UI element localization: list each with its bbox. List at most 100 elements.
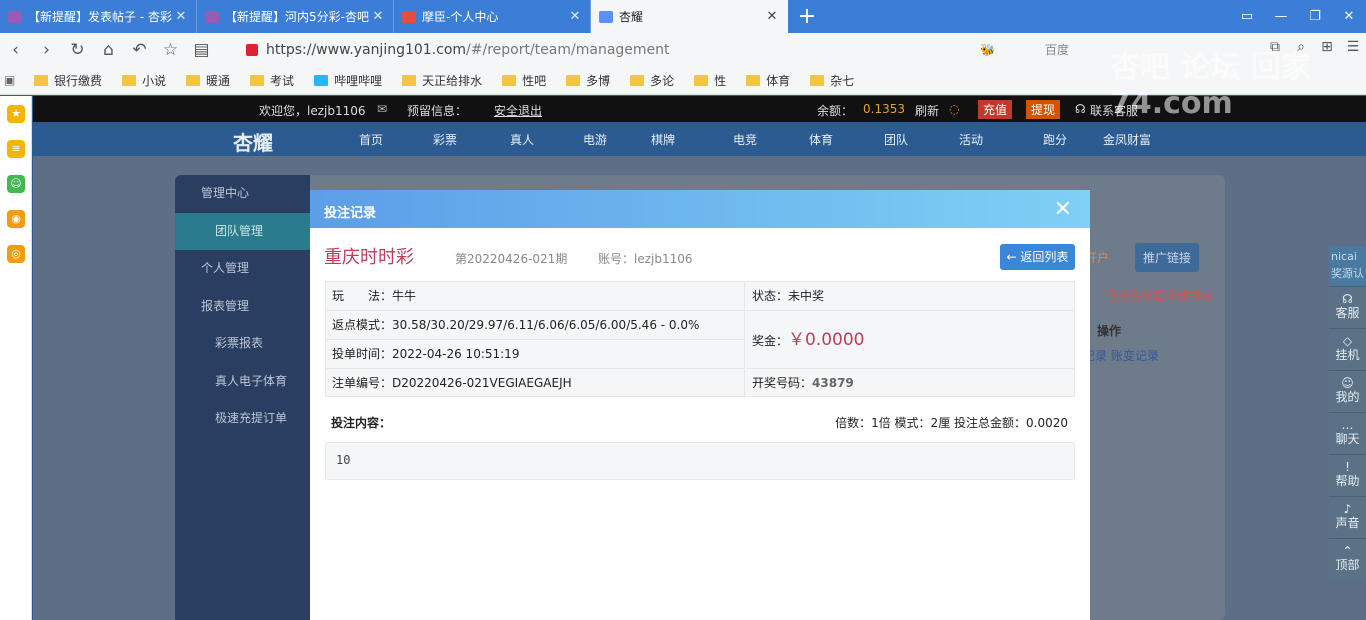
nav-team[interactable]: 团队 [884,131,908,148]
folder-icon [34,74,48,86]
extension-icon[interactable]: 🐝 [980,43,995,57]
sidebar-panel-icon[interactable]: ▣ [4,73,34,87]
back-to-list-button[interactable]: ← 返回列表 [1000,244,1075,270]
float-mine[interactable]: ☺ 我的 [1329,370,1366,412]
rss-icon[interactable]: ◉ [7,210,25,228]
url-path: /#/report/team/management [466,42,670,58]
window-controls: ▭ — ❐ ✕ [1230,0,1366,33]
minimize-icon[interactable]: — [1264,0,1298,33]
float-sound[interactable]: ♪ 声音 [1329,496,1366,538]
sidebar-item-live-report[interactable]: 真人电子体育 [175,363,310,401]
bookmark-item[interactable]: 多博 [566,72,610,89]
folder-icon [566,74,581,86]
chat-icon[interactable]: ☺ [7,175,25,193]
forum-watermark: 杏吧 论坛 回家74.com [1110,50,1311,121]
prize-amount: ￥0.0000 [788,330,865,350]
bookmark-item[interactable]: 天正给排水 [402,72,482,89]
nav-live[interactable]: 真人 [510,131,534,148]
folder-icon [186,74,201,86]
sidebar-item-lottery-report[interactable]: 彩票报表 [175,325,310,363]
float-top[interactable]: ⌃ 顶部 [1329,538,1366,580]
welcome-text: 欢迎您，lezjb1106 [259,104,366,118]
nav-slots[interactable]: 电游 [583,131,607,148]
refresh-link[interactable]: 刷新 [915,102,939,119]
logout-link[interactable]: 安全退出 [494,102,542,119]
sidebar-item-personal[interactable]: 个人管理 [175,250,310,288]
bookmark-item[interactable]: 银行缴费 [34,72,102,89]
bookmark-item[interactable]: 哔哩哔哩 [314,72,382,89]
sidebar-toggle-icon[interactable]: ▭ [1230,0,1264,33]
promo-link-button[interactable]: 推广链接 [1135,243,1200,272]
close-icon[interactable]: ✕ [765,9,779,24]
reload-icon[interactable]: ↻ [62,40,93,60]
browser-sidebar: ★ ≡ ☺ ◉ ◎ [0,96,32,620]
folder-icon [810,74,825,86]
nav-sports[interactable]: 体育 [809,131,833,148]
close-icon[interactable]: ✕ [174,9,188,24]
close-icon[interactable]: ✕ [371,9,385,24]
bookmark-item[interactable]: 杂七 [810,72,854,89]
modal-header: 投注记录 ✕ [310,190,1090,228]
play-method: 玩 法：牛牛 [326,282,745,311]
nav-cards[interactable]: 棋牌 [651,131,675,148]
home-icon[interactable]: ⌂ [93,40,124,60]
bookmark-item[interactable]: 性 [694,72,726,89]
record-links[interactable]: 记录 账变记录 [1083,347,1159,364]
bookmark-item[interactable]: 多论 [630,72,674,89]
tab-favicon [8,10,22,23]
float-help[interactable]: ! 帮助 [1329,454,1366,496]
bet-status: 状态：未中奖 [746,282,1075,311]
float-service[interactable]: ☊ 客服 [1329,286,1366,328]
site-logo[interactable]: 杏耀 [233,127,273,156]
browser-tab-2[interactable]: 【新提醒】河内5分彩-杏吧 ✕ [197,0,394,33]
close-icon[interactable]: ✕ [1054,197,1072,222]
nav-esports[interactable]: 电竞 [733,131,757,148]
star-icon[interactable]: ☆ [155,40,186,60]
close-icon[interactable]: ✕ [568,9,582,24]
notes-icon[interactable]: ≡ [7,140,25,158]
browser-tab-3[interactable]: 摩臣-个人中心 ✕ [394,0,591,33]
nav-paofen[interactable]: 跑分 [1043,131,1067,148]
bookmark-item[interactable]: 性吧 [502,72,546,89]
hide-icon[interactable]: ◌ [949,102,959,116]
prize-cell: 奖金：￥0.0000 [746,311,1075,369]
sidebar-item-fast-order[interactable]: 极速充提订单 [175,400,310,438]
new-tab-button[interactable]: + [788,0,826,33]
sidebar-item-team[interactable]: 团队管理 [175,212,310,250]
undo-icon[interactable]: ↶ [124,40,155,60]
back-icon[interactable]: ‹ [0,40,31,60]
bookmark-item[interactable]: 小说 [122,72,166,89]
bookmark-item[interactable]: 考试 [250,72,294,89]
user-icon: ☺ [1341,376,1354,390]
draw-cell: 开奖号码：43879 [752,376,854,390]
modal-title: 投注记录 [324,206,377,221]
nav-lottery[interactable]: 彩票 [433,131,457,148]
browser-tab-4[interactable]: 杏耀 ✕ [591,0,788,33]
close-window-icon[interactable]: ✕ [1332,0,1366,33]
tab-favicon [205,10,219,23]
bookmark-item[interactable]: 体育 [746,72,790,89]
favorites-icon[interactable]: ★ [7,105,25,123]
diamond-icon: ◇ [1342,334,1353,348]
reader-icon[interactable]: ▤ [186,40,217,60]
mail-icon[interactable]: ✉ [377,102,387,116]
sidebar-item-report[interactable]: 报表管理 [175,288,310,326]
bilibili-icon [314,74,329,86]
float-hangup[interactable]: ◇ 挂机 [1329,328,1366,370]
weibo-icon[interactable]: ◎ [7,245,25,263]
account-label: 账号：lezjb1106 [598,252,693,266]
url-host: https://www.yanjing101.com [266,42,467,58]
url-field[interactable]: https://www.yanjing101.com/#/report/team… [246,39,966,61]
right-float-bar: nicai奖源认 ☊ 客服 ◇ 挂机 ☺ 我的 … 聊天 ! 帮助 ♪ 声音 ⌃ 顶部 [1329,246,1366,580]
nav-activity[interactable]: 活动 [959,131,983,148]
browser-tab-1[interactable]: 【新提醒】发表帖子 - 杏彩 ✕ [0,0,197,33]
nav-home[interactable]: 首页 [359,131,383,148]
sidebar-item-management[interactable]: 管理中心 [175,175,310,213]
withdraw-button[interactable]: 提现 [1026,100,1061,119]
forward-icon[interactable]: › [31,40,62,60]
deposit-button[interactable]: 充值 [978,100,1013,119]
restore-icon[interactable]: ❐ [1298,0,1332,33]
bookmark-item[interactable]: 暖通 [186,72,230,89]
float-chat[interactable]: … 聊天 [1329,412,1366,454]
lock-icon [246,44,258,56]
